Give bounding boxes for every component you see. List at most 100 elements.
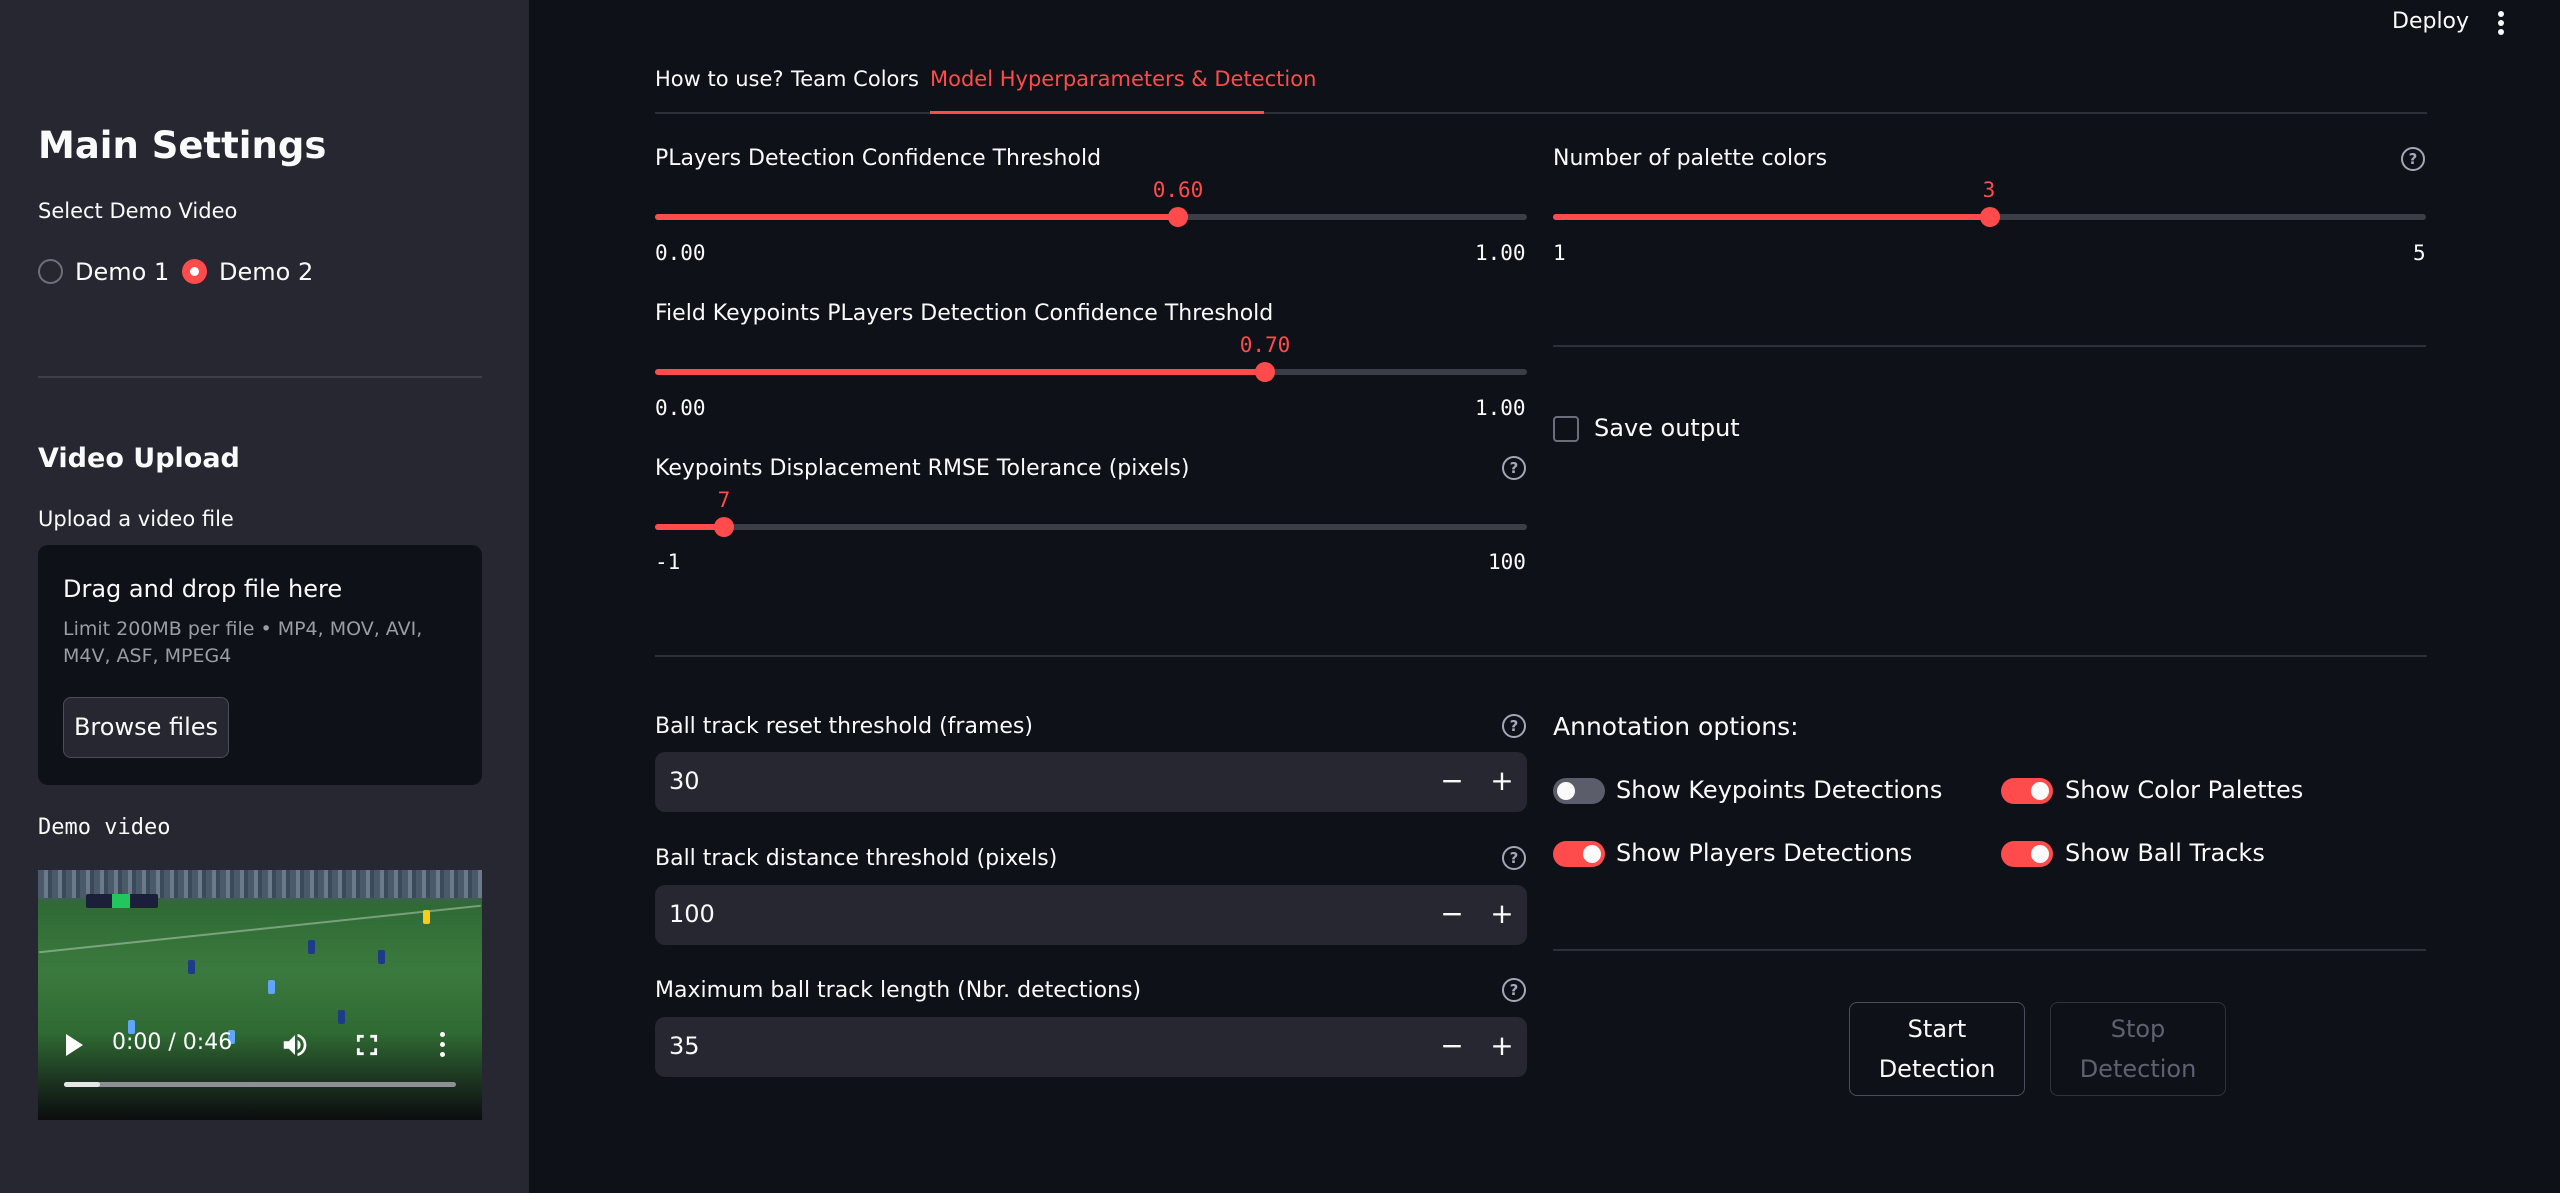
volume-icon[interactable] — [280, 1030, 310, 1060]
toggle-knob — [1583, 845, 1601, 863]
upload-label: Upload a video file — [38, 507, 234, 531]
start-detection-line1: Start — [1907, 1015, 1967, 1043]
keypoints-conf-value: 0.70 — [1239, 333, 1291, 357]
tab-model-hyperparameters[interactable]: Model Hyperparameters & Detection — [930, 67, 1316, 91]
stop-detection-line2: Detection — [2079, 1055, 2197, 1083]
kebab-menu-icon[interactable] — [2496, 10, 2506, 36]
annotation-divider — [1553, 949, 2426, 951]
video-more-icon[interactable] — [438, 1032, 448, 1058]
increment-button[interactable]: + — [1477, 1017, 1527, 1077]
tab-team-colors[interactable]: Team Colors — [791, 67, 919, 91]
players-conf-label: PLayers Detection Confidence Threshold — [655, 146, 1102, 171]
keypoints-conf-max: 1.00 — [1475, 396, 1526, 420]
tab-how-to-use[interactable]: How to use? — [655, 67, 784, 91]
section-divider — [655, 655, 2427, 657]
palette-value: 3 — [1982, 178, 1996, 202]
toggle-keypoints[interactable] — [1553, 778, 1605, 804]
browse-files-label: Browse files — [73, 713, 219, 741]
radio-circle-selected[interactable] — [182, 259, 207, 284]
help-icon[interactable]: ? — [1502, 714, 1526, 738]
palette-slider[interactable] — [1553, 207, 2426, 227]
video-progress-fill — [64, 1082, 100, 1087]
reset-threshold-value[interactable]: 30 — [669, 767, 700, 795]
distance-threshold-label: Ball track distance threshold (pixels) — [655, 846, 1058, 871]
keypoints-conf-min: 0.00 — [655, 396, 706, 420]
video-progress-track[interactable] — [64, 1082, 456, 1087]
active-tab-underline — [930, 111, 1264, 114]
stop-detection-button[interactable]: Stop Detection — [2050, 1002, 2226, 1096]
deploy-button[interactable]: Deploy — [2392, 9, 2469, 34]
rmse-max: 100 — [1488, 550, 1526, 574]
video-pitch-line — [39, 904, 481, 954]
play-icon[interactable] — [66, 1034, 83, 1056]
max-track-length-value[interactable]: 35 — [669, 1032, 700, 1060]
palette-divider — [1553, 345, 2426, 347]
radio-demo-1[interactable]: Demo 1 — [38, 258, 198, 286]
sidebar-divider — [38, 376, 482, 378]
file-dropzone[interactable]: Drag and drop file here Limit 200MB per … — [38, 545, 482, 785]
increment-button[interactable]: + — [1477, 885, 1527, 945]
start-detection-line2: Detection — [1878, 1055, 1996, 1083]
radio-label-demo-2: Demo 2 — [219, 258, 314, 286]
decrement-button[interactable]: − — [1427, 1017, 1477, 1077]
help-icon[interactable]: ? — [1502, 846, 1526, 870]
sidebar-title: Main Settings — [38, 124, 327, 167]
video-time: 0:00 / 0:46 — [112, 1030, 233, 1055]
help-icon[interactable]: ? — [1502, 978, 1526, 1002]
radio-demo-2[interactable]: Demo 2 — [182, 258, 342, 286]
palette-min: 1 — [1553, 241, 1566, 265]
toggle-color-palettes-label: Show Color Palettes — [2065, 776, 2304, 804]
palette-label: Number of palette colors — [1553, 146, 1828, 171]
rmse-slider[interactable] — [655, 517, 1527, 537]
slider-thumb[interactable] — [1980, 207, 2000, 227]
demo-video-player[interactable]: 0:00 / 0:46 — [38, 870, 482, 1120]
toggle-color-palettes[interactable] — [2001, 778, 2053, 804]
slider-fill — [1553, 214, 1990, 220]
slider-thumb[interactable] — [714, 517, 734, 537]
palette-max: 5 — [2413, 241, 2426, 265]
toggle-knob — [2031, 845, 2049, 863]
toggle-knob — [2031, 782, 2049, 800]
max-track-length-input[interactable]: 35 − + — [655, 1017, 1527, 1077]
demo-video-label: Demo video — [38, 815, 171, 840]
annotation-title: Annotation options: — [1553, 712, 1799, 741]
max-track-length-label: Maximum ball track length (Nbr. detectio… — [655, 978, 1142, 1003]
toggle-ball-tracks[interactable] — [2001, 841, 2053, 867]
reset-threshold-input[interactable]: 30 − + — [655, 752, 1527, 812]
distance-threshold-input[interactable]: 100 − + — [655, 885, 1527, 945]
decrement-button[interactable]: − — [1427, 885, 1477, 945]
rmse-min: -1 — [655, 550, 681, 574]
dropzone-title: Drag and drop file here — [63, 575, 343, 603]
stop-detection-line1: Stop — [2110, 1015, 2166, 1043]
keypoints-conf-label: Field Keypoints PLayers Detection Confid… — [655, 301, 1274, 326]
upload-title: Video Upload — [38, 443, 240, 474]
toggle-ball-tracks-label: Show Ball Tracks — [2065, 839, 2265, 867]
radio-label-demo-1: Demo 1 — [75, 258, 170, 286]
reset-threshold-label: Ball track reset threshold (frames) — [655, 714, 1033, 739]
rmse-value: 7 — [717, 488, 731, 512]
tabs-baseline — [655, 112, 2427, 114]
players-conf-slider[interactable] — [655, 207, 1527, 227]
dropzone-limit: Limit 200MB per file • MP4, MOV, AVI, M4… — [63, 618, 423, 667]
toggle-players-label: Show Players Detections — [1616, 839, 1913, 867]
slider-thumb[interactable] — [1168, 207, 1188, 227]
help-icon[interactable]: ? — [1502, 456, 1526, 480]
browse-files-button[interactable]: Browse files — [63, 697, 229, 758]
players-conf-max: 1.00 — [1475, 241, 1526, 265]
demo-select-label: Select Demo Video — [38, 199, 238, 223]
increment-button[interactable]: + — [1477, 752, 1527, 812]
keypoints-conf-slider[interactable] — [655, 362, 1527, 382]
fullscreen-icon[interactable] — [354, 1032, 380, 1058]
radio-circle[interactable] — [38, 259, 63, 284]
slider-thumb[interactable] — [1255, 362, 1275, 382]
save-output-checkbox[interactable] — [1553, 416, 1579, 442]
distance-threshold-value[interactable]: 100 — [669, 900, 715, 928]
players-conf-value: 0.60 — [1152, 178, 1204, 202]
toggle-players[interactable] — [1553, 841, 1605, 867]
decrement-button[interactable]: − — [1427, 752, 1477, 812]
start-detection-button[interactable]: Start Detection — [1849, 1002, 2025, 1096]
slider-fill — [655, 369, 1265, 375]
save-output-label: Save output — [1594, 414, 1740, 442]
toggle-keypoints-label: Show Keypoints Detections — [1616, 776, 1943, 804]
help-icon[interactable]: ? — [2401, 147, 2425, 171]
